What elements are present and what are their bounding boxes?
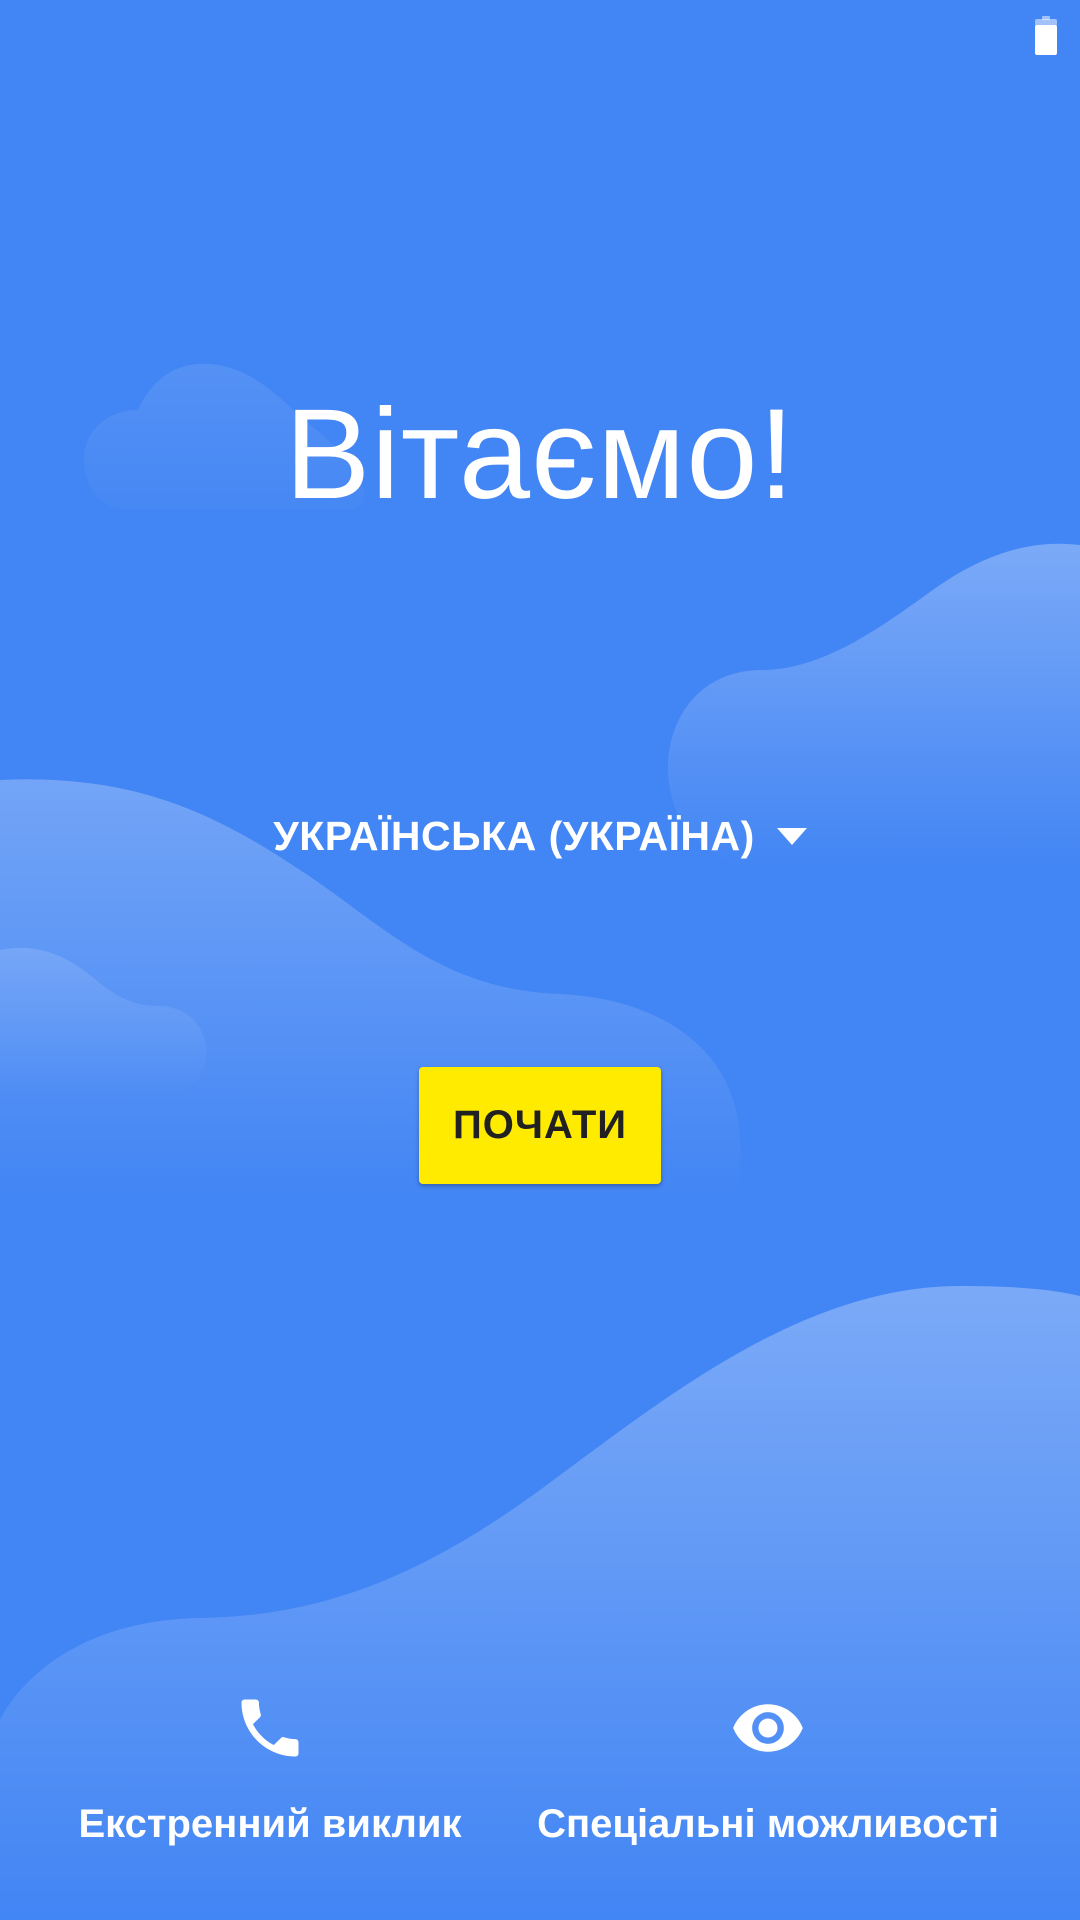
status-bar bbox=[0, 0, 1080, 72]
eye-icon bbox=[733, 1704, 803, 1752]
dropdown-arrow-icon bbox=[776, 828, 807, 845]
emergency-call-button[interactable]: Екстренний виклик bbox=[40, 1690, 500, 1847]
phone-icon bbox=[241, 1699, 299, 1757]
emergency-call-label: Екстренний виклик bbox=[78, 1802, 462, 1846]
battery-full-icon bbox=[1035, 16, 1057, 55]
background-clouds bbox=[0, 363, 1080, 1920]
language-selected-label: УКРАЇНСЬКА (УКРАЇНА) bbox=[273, 812, 755, 859]
welcome-title: Вітаємо! bbox=[284, 383, 796, 526]
start-button-label: ПОЧАТИ bbox=[452, 1103, 628, 1147]
language-selector[interactable]: УКРАЇНСЬКА (УКРАЇНА) bbox=[0, 806, 1080, 866]
accessibility-button[interactable]: Спеціальні можливості bbox=[508, 1690, 1028, 1847]
accessibility-label: Спеціальні можливості bbox=[537, 1802, 999, 1846]
start-button[interactable]: ПОЧАТИ bbox=[419, 1067, 661, 1184]
